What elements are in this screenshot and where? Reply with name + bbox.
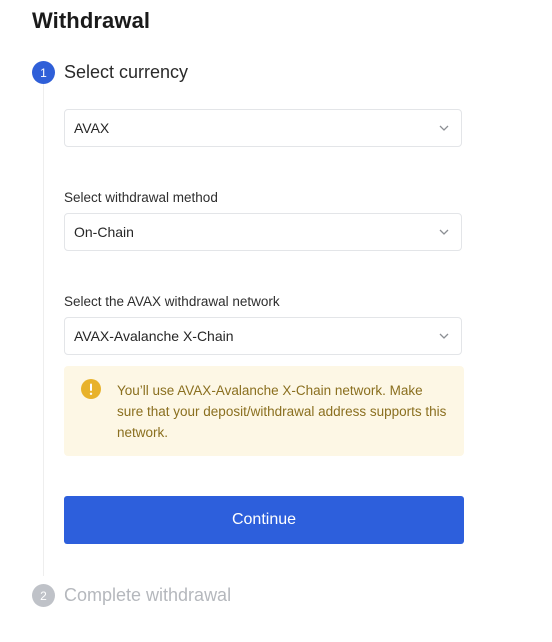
step-2: 2 Complete withdrawal bbox=[32, 584, 231, 607]
step-2-title: Complete withdrawal bbox=[64, 585, 232, 605]
withdrawal-method-select[interactable]: On-Chain bbox=[64, 213, 462, 251]
currency-select[interactable]: AVAX bbox=[64, 109, 462, 147]
warning-icon bbox=[81, 379, 101, 399]
withdrawal-method-label: Select withdrawal method bbox=[64, 190, 218, 205]
continue-button[interactable]: Continue bbox=[64, 496, 464, 544]
step-2-number: 2 bbox=[32, 584, 55, 607]
withdrawal-network-select[interactable]: AVAX-Avalanche X-Chain bbox=[64, 317, 462, 355]
withdrawal-network-label: Select the AVAX withdrawal network bbox=[64, 294, 280, 309]
notice-text: You’ll use AVAX-Avalanche X-Chain networ… bbox=[117, 383, 447, 440]
chevron-down-icon bbox=[439, 331, 449, 341]
step-connector-line bbox=[43, 84, 44, 576]
step-1: 1 Select currency bbox=[32, 61, 188, 84]
withdrawal-method-value: On-Chain bbox=[74, 224, 134, 240]
step-1-title: Select currency bbox=[64, 62, 189, 82]
withdrawal-network-value: AVAX-Avalanche X-Chain bbox=[74, 328, 234, 344]
step-1-number: 1 bbox=[32, 61, 55, 84]
currency-select-value: AVAX bbox=[74, 120, 110, 136]
page-title: Withdrawal bbox=[32, 8, 151, 33]
network-notice: You’ll use AVAX-Avalanche X-Chain networ… bbox=[64, 366, 464, 456]
chevron-down-icon bbox=[439, 227, 449, 237]
chevron-down-icon bbox=[439, 123, 449, 133]
